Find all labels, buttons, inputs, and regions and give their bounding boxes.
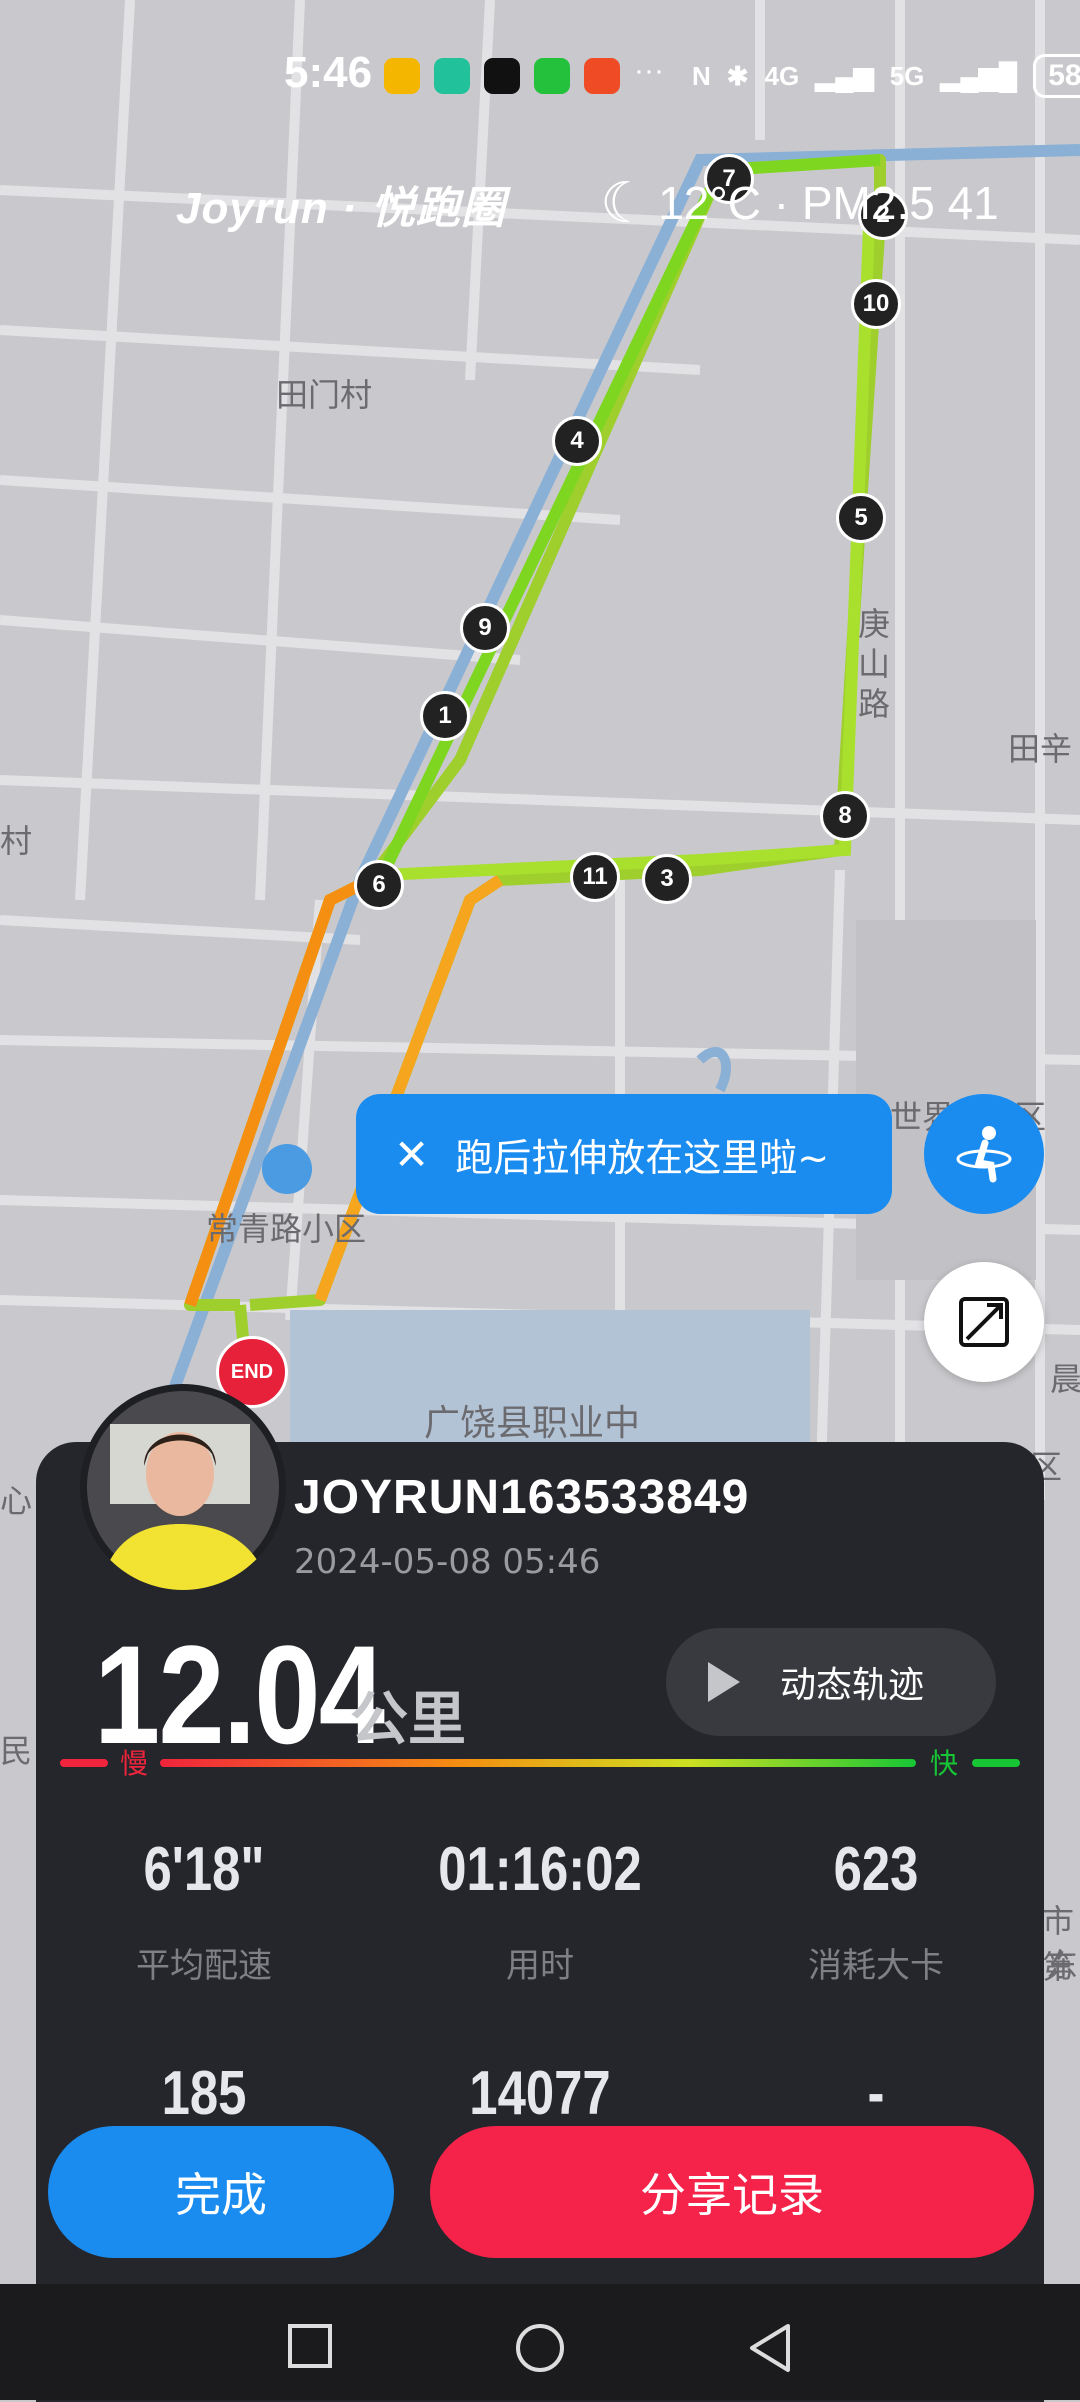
stat-value-6: - [867,2059,885,2128]
network-5g: 5G [889,60,925,91]
pace-legend [60,1759,1020,1767]
map-label-village-right: 田辛 [1008,730,1073,768]
calories-value: 623 [833,1835,919,1904]
notification-icons: ··· [384,54,664,94]
moon-icon: ☾ [600,171,651,234]
status-bar: 5:46 ··· N ✱ 4G ▂▄▆ 5G ▂▄▆█ 58 [0,0,1080,160]
community-pin-icon [262,1144,312,1194]
user-avatar[interactable] [80,1384,286,1590]
map-label-community: 常青路小区 [206,1210,367,1248]
stretch-button[interactable] [924,1094,1044,1214]
stretch-icon [956,1126,1012,1183]
battery-indicator: 58 [1033,54,1080,98]
weather-info: ☾ 12°C · PM2.5 41 [600,170,999,236]
tooltip-text: 跑后拉伸放在这里啦~ [455,1135,830,1180]
map-label-right-1: 晨 [1050,1360,1080,1398]
km-marker-8: 8 [820,791,870,841]
expand-map-icon [959,1297,1009,1347]
recent-apps-icon[interactable] [286,2322,334,2370]
km-marker-5: 5 [836,493,886,543]
nfc-icon: N [692,60,711,91]
km-marker-3: 3 [642,854,692,904]
done-button[interactable]: 完成 [48,2126,394,2258]
signal-icon: ▂▄▆█ [940,60,1018,91]
fullscreen-button[interactable] [924,1262,1044,1382]
km-marker-11: 11 [570,852,620,902]
km-marker-1: 1 [420,691,470,741]
km-marker-9: 9 [460,603,510,653]
app-icon [384,58,420,94]
map-label-village: 田门村 [276,376,373,414]
back-icon[interactable] [746,2322,794,2374]
duration-label: 用时 [506,1946,574,1986]
map-label-village-left: 村 [0,822,33,860]
wechat-icon [534,58,570,94]
replay-label: 动态轨迹 [780,1665,925,1706]
duration-value: 01:16:02 [438,1835,642,1904]
home-icon[interactable] [514,2322,566,2374]
avg-pace-value: 6'18" [143,1835,265,1904]
map-label-school: 广饶县职业中 [424,1403,641,1444]
status-time: 5:46 [284,48,373,97]
run-datetime: 2024-05-08 05:46 [294,1542,601,1582]
map-label-left-2: 民 [0,1732,33,1770]
avatar-photo [87,1391,279,1590]
map-label-right-4: 东 [1046,1946,1079,1984]
stat-value-5: 14077 [469,2059,611,2128]
calories-label: 消耗大卡 [808,1946,944,1986]
more-notifications-icon: ··· [634,54,664,87]
stat-value-4: 185 [161,2059,247,2128]
weather-text: 12°C · PM2.5 41 [658,177,999,229]
app-icon [434,58,470,94]
app-icon [584,58,620,94]
km-marker-10: 10 [851,279,901,329]
map-label-left-1: 心 [0,1482,33,1520]
network-4g: 4G [764,60,800,91]
end-label: END [230,1360,274,1383]
pace-fast-label: 快 [930,1747,959,1780]
play-icon [708,1662,740,1702]
bluetooth-icon: ✱ [726,60,749,91]
username: JOYRUN163533849 [294,1471,750,1524]
signal-icon: ▂▄▆ [815,60,874,91]
share-record-button[interactable]: 分享记录 [430,2126,1034,2258]
tiktok-icon [484,58,520,94]
map-label-road: 庚山路 [858,605,891,723]
status-indicators: N ✱ 4G ▂▄▆ 5G ▂▄▆█ 58 [692,54,1080,98]
stretch-tooltip[interactable]: ✕ 跑后拉伸放在这里啦~ [356,1094,892,1214]
pace-slow-label: 慢 [120,1747,149,1780]
km-marker-4: 4 [552,416,602,466]
km-marker-6: 6 [354,860,404,910]
close-icon[interactable]: ✕ [394,1130,429,1179]
app-logo: Joyrun · 悦跑圈 [176,184,506,233]
avg-pace-label: 平均配速 [136,1946,272,1986]
dynamic-track-button[interactable]: 动态轨迹 [666,1628,996,1736]
